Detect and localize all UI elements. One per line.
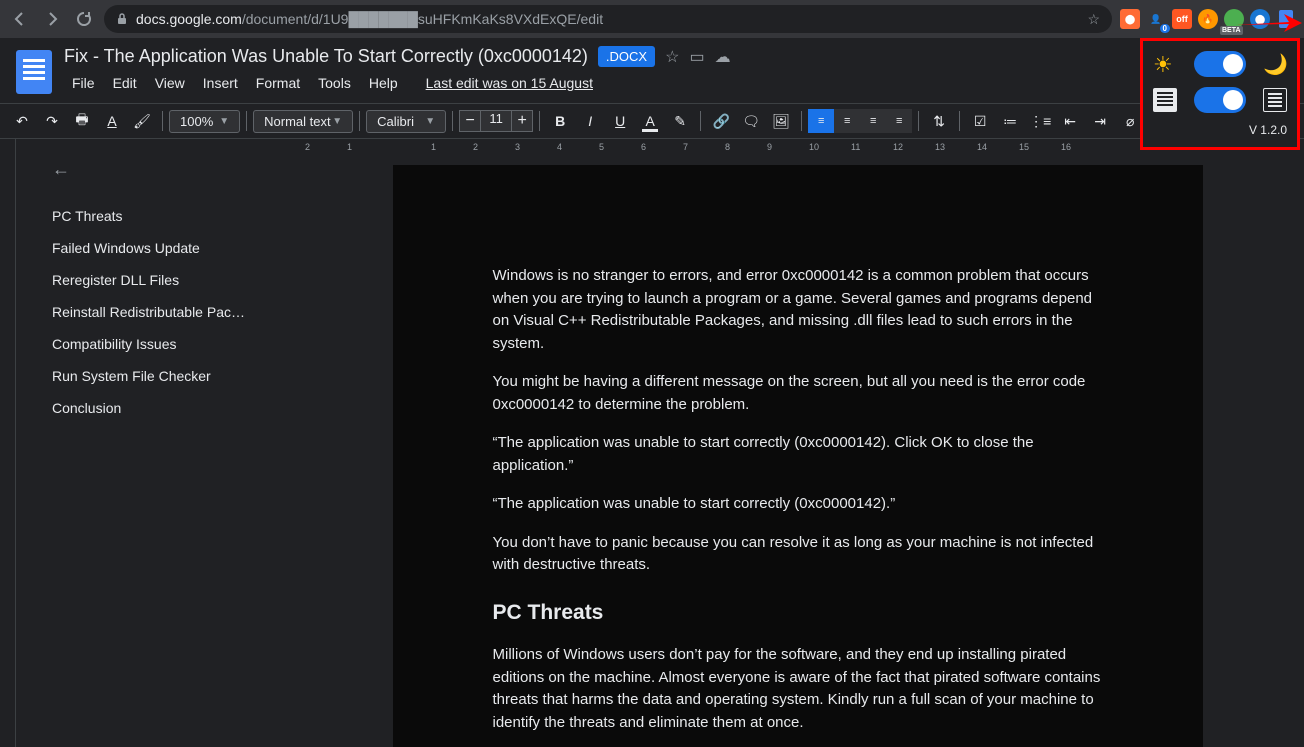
font-size-increase[interactable]: +	[511, 110, 533, 132]
vertical-ruler	[0, 139, 16, 747]
lock-icon	[116, 13, 128, 25]
forward-button[interactable]	[40, 7, 64, 31]
bullet-list-button[interactable]: ≔	[996, 108, 1024, 134]
extension-popup: ☀ 🌙 V 1.2.0	[1140, 38, 1300, 150]
menu-bar: File Edit View Insert Format Tools Help …	[64, 71, 1288, 95]
document-header: Fix - The Application Was Unable To Star…	[0, 38, 1304, 103]
dark-mode-toggle[interactable]	[1194, 51, 1246, 77]
add-comment-button[interactable]: 🗨	[737, 108, 765, 134]
menu-insert[interactable]: Insert	[195, 71, 246, 95]
main-area: ← PC Threats Failed Windows Update Rereg…	[0, 139, 1304, 747]
ext-icon-3[interactable]: 🔥	[1198, 9, 1218, 29]
undo-button[interactable]: ↶	[8, 108, 36, 134]
address-bar[interactable]: docs.google.com/document/d/1U9███████suH…	[104, 5, 1112, 33]
font-size-decrease[interactable]: −	[459, 110, 481, 132]
checklist-button[interactable]: ☑	[966, 108, 994, 134]
star-icon[interactable]: ☆	[1087, 11, 1100, 28]
page-mode-toggle[interactable]	[1194, 87, 1246, 113]
number-list-button[interactable]: ⋮≡	[1026, 108, 1054, 134]
menu-format[interactable]: Format	[248, 71, 308, 95]
font-select[interactable]: Calibri▼	[366, 110, 446, 133]
text-color-button[interactable]: A	[636, 108, 664, 134]
spellcheck-button[interactable]: A	[98, 108, 126, 134]
paragraph[interactable]: “The application was unable to start cor…	[493, 493, 1103, 516]
outline-back-button[interactable]: ←	[52, 159, 271, 180]
increase-indent-button[interactable]: ⇥	[1086, 108, 1114, 134]
align-right-button[interactable]: ≡	[860, 109, 886, 133]
outline-item[interactable]: Compatibility Issues	[52, 328, 271, 360]
document-outline: ← PC Threats Failed Windows Update Rereg…	[16, 139, 291, 747]
insert-image-button[interactable]: 🖼	[767, 108, 795, 134]
paragraph[interactable]: “The application was unable to start cor…	[493, 432, 1103, 477]
line-spacing-button[interactable]: ⇅	[925, 108, 953, 134]
paragraph[interactable]: You don’t have to panic because you can …	[493, 532, 1103, 577]
paragraph-style-select[interactable]: Normal text▼	[253, 110, 353, 133]
page-light-icon	[1153, 88, 1177, 112]
browser-toolbar: docs.google.com/document/d/1U9███████suH…	[0, 0, 1304, 38]
menu-view[interactable]: View	[147, 71, 193, 95]
align-justify-button[interactable]: ≡	[886, 109, 912, 133]
insert-link-button[interactable]: 🔗	[707, 108, 735, 134]
paint-format-button[interactable]: 🖌	[128, 108, 156, 134]
ext-icon-1[interactable]: ⬤	[1120, 9, 1140, 29]
star-doc-icon[interactable]: ☆	[665, 47, 679, 67]
outline-item[interactable]: Conclusion	[52, 392, 271, 424]
underline-button[interactable]: U	[606, 108, 634, 134]
outline-item[interactable]: Failed Windows Update	[52, 232, 271, 264]
bold-button[interactable]: B	[546, 108, 574, 134]
last-edit-link[interactable]: Last edit was on 15 August	[418, 71, 601, 95]
heading[interactable]: PC Threats	[493, 597, 1103, 629]
ext-icon-2[interactable]: 👤0	[1146, 9, 1166, 29]
outline-item[interactable]: PC Threats	[52, 200, 271, 232]
back-button[interactable]	[8, 7, 32, 31]
menu-tools[interactable]: Tools	[310, 71, 359, 95]
move-icon[interactable]: ▭	[689, 47, 704, 67]
redo-button[interactable]: ↷	[38, 108, 66, 134]
menu-edit[interactable]: Edit	[105, 71, 145, 95]
align-left-button[interactable]: ≡	[808, 109, 834, 133]
formatting-toolbar: ↶ ↷ 🖶 A 🖌 100%▼ Normal text▼ Calibri▼ − …	[0, 103, 1304, 139]
docx-badge: .DOCX	[598, 46, 655, 67]
outline-item[interactable]: Run System File Checker	[52, 360, 271, 392]
zoom-select[interactable]: 100%▼	[169, 110, 240, 133]
print-button[interactable]: 🖶	[68, 108, 96, 134]
paragraph[interactable]: You might be having a different message …	[493, 371, 1103, 416]
paragraph[interactable]: Millions of Windows users don’t pay for …	[493, 644, 1103, 734]
google-docs-icon[interactable]	[16, 50, 52, 94]
document-page[interactable]: Windows is no stranger to errors, and er…	[393, 165, 1203, 747]
page-dark-icon	[1263, 88, 1287, 112]
outline-item[interactable]: Reregister DLL Files	[52, 264, 271, 296]
document-title[interactable]: Fix - The Application Was Unable To Star…	[64, 46, 588, 67]
decrease-indent-button[interactable]: ⇤	[1056, 108, 1084, 134]
extension-version: V 1.2.0	[1153, 123, 1287, 137]
menu-help[interactable]: Help	[361, 71, 406, 95]
document-scroll-area[interactable]: Windows is no stranger to errors, and er…	[291, 139, 1304, 747]
cloud-icon[interactable]: ☁	[715, 47, 731, 67]
reload-button[interactable]	[72, 7, 96, 31]
url-text: docs.google.com/document/d/1U9███████suH…	[136, 11, 603, 27]
outline-item[interactable]: Reinstall Redistributable Pac…	[52, 296, 271, 328]
ext-icon-off[interactable]: off	[1172, 9, 1192, 29]
align-center-button[interactable]: ≡	[834, 109, 860, 133]
font-size-input[interactable]: 11	[481, 110, 511, 132]
moon-icon: 🌙	[1263, 52, 1287, 76]
paragraph[interactable]: Windows is no stranger to errors, and er…	[493, 265, 1103, 355]
sun-icon: ☀	[1153, 52, 1177, 76]
align-group: ≡ ≡ ≡ ≡	[808, 109, 912, 133]
annotation-arrow	[1234, 10, 1304, 36]
highlight-button[interactable]: ✎	[666, 108, 694, 134]
menu-file[interactable]: File	[64, 71, 103, 95]
italic-button[interactable]: I	[576, 108, 604, 134]
